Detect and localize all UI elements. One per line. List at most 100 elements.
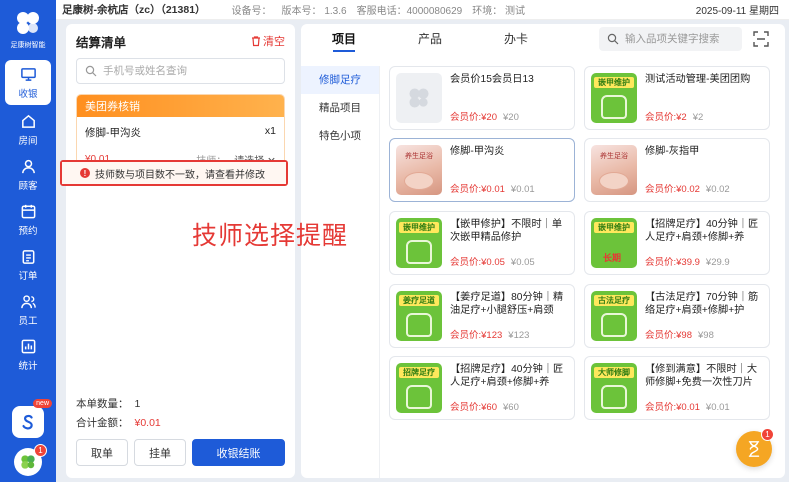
nav-label: 顾客 (18, 180, 38, 192)
products-panel: 项目 产品 办卡 修脚足疗 精品项目 特色小项 会员价15会员日13 会员价:¥… (301, 24, 785, 478)
product-search-input[interactable] (625, 33, 735, 45)
home-icon (21, 114, 35, 128)
thumbnail-tag: 嵌甲维护 (594, 222, 634, 233)
thumbnail-tag: 嵌甲维护 (399, 222, 439, 233)
foot-illustration-icon (406, 313, 432, 337)
foot-illustration-icon (601, 313, 627, 337)
product-card[interactable]: 古法足疗 【古法足疗】70分钟｜筋络足疗+肩颈+修脚+护足... 会员价:¥98… (584, 284, 770, 348)
foot-illustration-icon (601, 95, 627, 119)
product-thumbnail: 嵌甲维护 长期 (591, 218, 637, 268)
product-tabs: 项目 产品 办卡 (301, 24, 785, 56)
trash-icon (252, 36, 260, 47)
member-price: 会员价:¥0.01 (645, 402, 700, 413)
category-list: 修脚足疗 精品项目 特色小项 (301, 66, 380, 478)
foot-illustration-icon (406, 240, 432, 264)
thumbnail-tag: 嵌甲维护 (594, 77, 634, 88)
product-thumbnail: 大师修脚 (591, 363, 637, 413)
hold-order-button[interactable]: 挂单 (134, 439, 186, 466)
category-item[interactable]: 特色小项 (301, 122, 379, 150)
sidebar: 足康树智能 收银 房间 顾客 预约 订单 员工 统计 new 1 (0, 0, 56, 482)
retrieve-order-button[interactable]: 取单 (76, 439, 128, 466)
current-date: 2025-09-11 星期四 (695, 6, 779, 17)
product-card[interactable]: 养生足浴 修脚-灰指甲 会员价:¥0.02 ¥0.02 (584, 138, 770, 202)
category-item[interactable]: 精品项目 (301, 94, 379, 122)
checkout-pay-button[interactable]: 收银结账 (192, 439, 285, 466)
group-icon (20, 294, 36, 308)
foot-illustration-icon (601, 385, 627, 409)
order-item-name: 修脚-甲沟炎 (85, 127, 141, 139)
count-value: 1 (134, 397, 141, 410)
avatar-badge: 1 (34, 444, 47, 457)
product-card[interactable]: 姜疗足道 【姜疗足道】80分钟｜精油足疗+小腿舒压+肩颈+... 会员价:¥12… (389, 284, 575, 348)
nav-orders[interactable]: 订单 (0, 242, 56, 287)
nav-label: 员工 (18, 315, 38, 327)
nav-customers[interactable]: 顾客 (0, 152, 56, 197)
product-card[interactable]: 嵌甲维护 【嵌甲修护】不限时｜单次嵌甲精品修护 会员价:¥0.05 ¥0.05 (389, 211, 575, 275)
thumbnail-tag: 古法足疗 (594, 295, 634, 306)
service-hotline: 客服电话：4000080629 (356, 6, 463, 17)
tab-cards[interactable]: 办卡 (473, 24, 559, 56)
foot-photo-icon (404, 172, 434, 190)
customer-search-input[interactable] (103, 65, 273, 77)
product-card[interactable]: 嵌甲维护长期 【招牌足疗】40分钟｜匠人足疗+肩颈+修脚+养生... 会员价:¥… (584, 211, 770, 275)
nav-staff[interactable]: 员工 (0, 287, 56, 332)
member-price: 会员价:¥0.01 (450, 184, 505, 195)
thumbnail-tag: 大师修脚 (594, 367, 634, 378)
product-name: 【嵌甲修护】不限时｜单次嵌甲精品修护 (450, 219, 563, 243)
product-search[interactable] (599, 27, 742, 51)
original-price: ¥123 (508, 330, 530, 341)
hourglass-icon (748, 441, 760, 457)
customer-search[interactable] (76, 58, 285, 84)
monitor-icon (20, 67, 36, 81)
original-price: ¥0.01 (705, 402, 730, 413)
nav-rooms[interactable]: 房间 (0, 107, 56, 152)
member-price: 会员价:¥60 (450, 402, 497, 413)
nav-cashier[interactable]: 收银 (5, 60, 51, 105)
product-name: 【招牌足疗】40分钟｜匠人足疗+肩颈+修脚+养生... (645, 219, 759, 243)
app-logo: 足康树智能 (0, 0, 56, 58)
thumbnail-stamp: 长期 (603, 253, 622, 263)
tab-services[interactable]: 项目 (301, 24, 387, 56)
total-value: ¥0.01 (134, 416, 161, 429)
scan-icon[interactable] (753, 31, 769, 47)
clipboard-icon (22, 249, 34, 264)
original-price: ¥98 (698, 330, 714, 341)
floating-timer-button[interactable]: 1 (736, 428, 774, 467)
environment: 环境： 测试 (472, 6, 525, 17)
product-thumbnail: 嵌甲维护 (396, 218, 442, 268)
product-name: 【招牌足疗】40分钟｜匠人足疗+肩颈+修脚+养生... (450, 364, 564, 388)
category-item[interactable]: 修脚足疗 (301, 66, 379, 94)
status-bar: 足康树-余杭店（zc）（21381） 设备号： 版本号： 1.3.6 客服电话：… (0, 0, 789, 20)
total-label: 合计金额： (76, 417, 129, 429)
product-card[interactable]: 会员价15会员日13 会员价:¥20 ¥20 (389, 66, 575, 130)
logo-text: 足康树智能 (10, 42, 46, 49)
mini-app-button[interactable]: new (12, 399, 52, 438)
member-price: 会员价:¥0.02 (645, 184, 700, 195)
nav-statistics[interactable]: 统计 (0, 332, 56, 377)
stats-icon (21, 339, 35, 353)
product-thumbnail: 养生足浴 (591, 145, 637, 195)
product-name: 修脚-灰指甲 (645, 146, 700, 157)
order-item-qty: x1 (264, 125, 276, 137)
original-price: ¥20 (503, 112, 519, 123)
search-icon (607, 33, 619, 45)
tab-products[interactable]: 产品 (387, 24, 473, 56)
nav-label: 房间 (18, 135, 38, 147)
nav-label: 收银 (18, 88, 38, 100)
user-avatar[interactable]: 1 (14, 444, 47, 476)
s-logo-icon (22, 414, 33, 430)
nav-label: 统计 (18, 360, 38, 372)
thumbnail-tag: 姜疗足道 (399, 295, 439, 306)
product-card[interactable]: 养生足浴 修脚-甲沟炎 会员价:¥0.01 ¥0.01 (389, 138, 575, 202)
original-price: ¥2 (692, 112, 704, 123)
clear-button[interactable]: 清空 (250, 33, 285, 49)
nav-appointments[interactable]: 预约 (0, 197, 56, 242)
nav-label: 预约 (18, 225, 38, 237)
product-card[interactable]: 大师修脚 【修到满意】不限时｜大师修脚+免费一次性刀片 会员价:¥0.01 ¥0.… (584, 356, 770, 420)
product-name: 【古法足疗】70分钟｜筋络足疗+肩颈+修脚+护足... (645, 292, 759, 316)
product-card[interactable]: 嵌甲维护 测试活动管理-美团团购 会员价:¥2 ¥2 (584, 66, 770, 130)
product-thumbnail: 嵌甲维护 (591, 73, 637, 123)
product-card[interactable]: 招牌足疗 【招牌足疗】40分钟｜匠人足疗+肩颈+修脚+养生... 会员价:¥60… (389, 356, 575, 420)
clover-logo-icon (17, 12, 39, 34)
product-name: 修脚-甲沟炎 (450, 146, 505, 157)
